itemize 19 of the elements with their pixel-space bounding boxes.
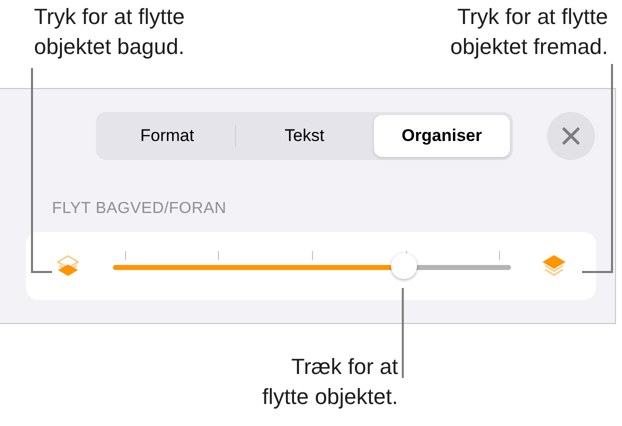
tick-mark [218,251,220,260]
callout-text: Tryk for at flytte objektet bagud. [34,3,185,61]
bring-forward-button[interactable] [541,253,567,279]
callout-text: Træk for at flytte objektet. [262,353,398,411]
tab[interactable]: Organiser [374,115,510,157]
layers-icon [541,253,567,279]
tick-mark [124,251,126,260]
slider[interactable] [113,251,511,281]
callout-text: Tryk for at flytte objektet fremad. [450,3,608,61]
tab[interactable]: Tekst [236,115,373,157]
tab[interactable]: Format [99,115,236,157]
close-button[interactable] [547,112,595,160]
slider-thumb[interactable] [390,253,417,279]
section-label: FLYT BAGVED/FORAN [51,200,228,218]
tick-mark [499,251,500,260]
tick-mark [312,251,313,260]
layers-icon [55,253,81,279]
send-backward-button[interactable] [55,253,81,279]
close-icon [562,127,580,145]
